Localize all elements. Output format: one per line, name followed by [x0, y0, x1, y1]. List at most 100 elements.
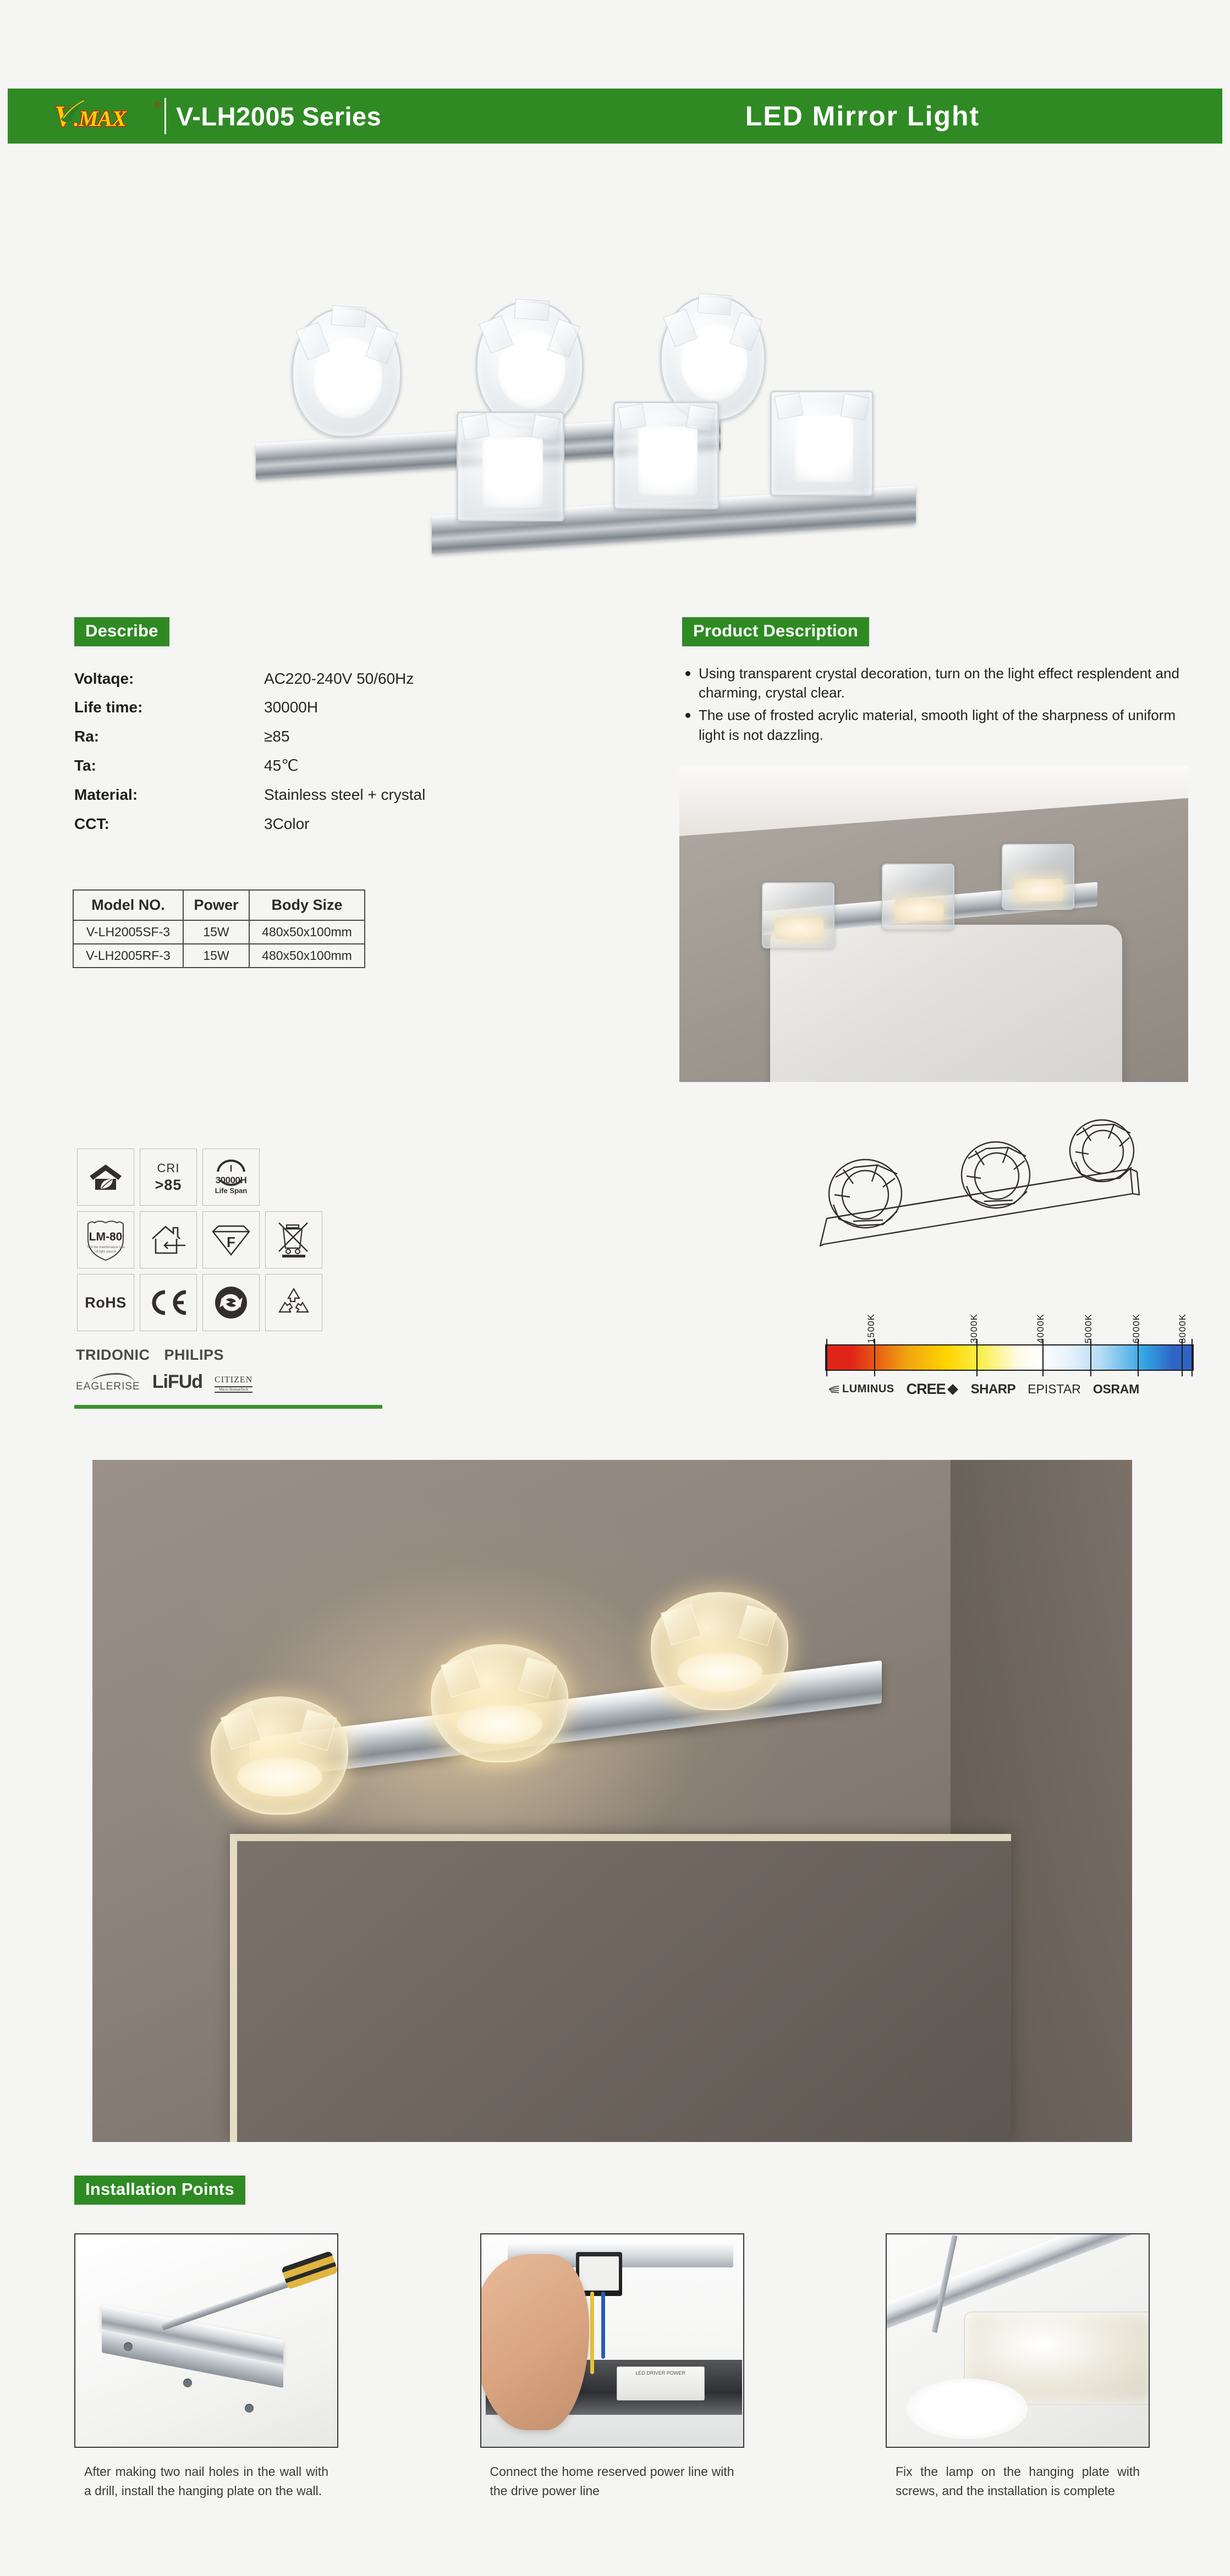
installation-caption: Connect the home reserved power line wit…	[490, 2464, 734, 2498]
recycle-icon-cell	[265, 1274, 322, 1331]
brand-citizen-name: CITIZEN	[215, 1375, 253, 1385]
spec-value: AC220-240V 50/60Hz	[264, 669, 414, 687]
rohs-icon-cell: RoHS	[77, 1274, 134, 1331]
table-row: V-LH2005SF-3 15W 480x50x100mm	[73, 920, 365, 944]
spec-value: 45℃	[264, 756, 299, 774]
installation-photo-wiring: LED DRIVER POWER	[480, 2233, 744, 2448]
hero-lamp-head	[651, 1592, 788, 1710]
svg-text:F: F	[227, 1234, 235, 1250]
brand-tridonic: TRIDONIC	[76, 1347, 150, 1363]
installation-badge: Installation Points	[74, 2176, 245, 2205]
spec-key: Life time:	[74, 699, 143, 716]
empty-cell	[265, 1149, 322, 1206]
green-divider	[74, 1405, 382, 1409]
cct-gradient-bar	[825, 1339, 1194, 1376]
column-header-body-size: Body Size	[249, 889, 365, 921]
spec-value: ≥85	[264, 728, 290, 745]
brand-lifud: LiFUd	[152, 1371, 203, 1392]
brand-osram: OSRAM	[1092, 1382, 1139, 1396]
driver-brand-row-2: EAGLERISE LiFUd CITIZEN Micro HumanTech	[76, 1371, 384, 1393]
feature-bullet-list: Using transparent crystal decoration, tu…	[682, 664, 1194, 745]
spec-row: Ra: ≥85	[74, 728, 613, 745]
lens	[638, 426, 698, 496]
brand-sharp: SHARP	[970, 1381, 1016, 1397]
cct-tick-label: 3000K	[969, 1313, 980, 1343]
installation-photo-mounting	[886, 2233, 1150, 2448]
installation-step: After making two nail holes in the wall …	[74, 2233, 338, 2501]
certification-icon-grid: CRI >85 30000H Life Span LM-80 Test the …	[77, 1149, 322, 1331]
brand-epistar: EPISTAR	[1028, 1382, 1081, 1396]
table-header-row: Model NO. Power Body Size	[73, 889, 365, 921]
page-title: LED Mirror Light	[745, 101, 980, 131]
lamp-glow	[1015, 879, 1063, 901]
crystal-head-square	[770, 391, 874, 496]
brand-citizen-tagline: Micro HumanTech	[215, 1386, 253, 1393]
hero-mirror	[230, 1834, 1011, 2142]
cell-power: 15W	[183, 920, 250, 944]
wire-yellow	[590, 2292, 594, 2374]
header-divider	[164, 98, 166, 134]
hero-lamp	[211, 1592, 887, 1828]
spec-key: Material:	[74, 786, 138, 803]
lens	[482, 437, 543, 508]
column-header-power: Power	[183, 889, 250, 921]
cct-tick-label: 6000K	[1131, 1313, 1142, 1343]
lamp-lens	[677, 1652, 762, 1692]
screw-hole	[183, 2379, 192, 2387]
cell-model: V-LH2005SF-3	[73, 920, 184, 944]
lm80-shield-icon: LM-80 Test the maintenance rate of light…	[86, 1221, 125, 1261]
cell-body-size: 480x50x100mm	[249, 943, 365, 968]
describe-section: Describe Voltaqe: AC220-240V 50/60Hz Lif…	[74, 617, 613, 844]
hero-lamp-head	[211, 1696, 348, 1815]
installation-section: Installation Points	[74, 2176, 245, 2205]
ce-icon-cell	[140, 1274, 197, 1331]
rohs-label: RoHS	[85, 1294, 127, 1311]
installation-photo-bracket	[74, 2233, 338, 2448]
lifestyle-hero-photo	[92, 1460, 1132, 2142]
product-description-badge: Product Description	[682, 617, 870, 646]
led-driver: LED DRIVER POWER	[616, 2366, 705, 2401]
describe-badge: Describe	[74, 617, 169, 646]
product-description-section: Product Description Using transparent cr…	[682, 617, 1194, 748]
brand-luminus: LUMINUS	[828, 1383, 894, 1396]
svg-text:of light source: of light source	[95, 1250, 116, 1254]
bathroom-scene-photo	[679, 766, 1188, 1082]
installation-steps: After making two nail holes in the wall …	[74, 2233, 1150, 2501]
eco-house-icon	[90, 1165, 122, 1190]
spec-row: Life time: 30000H	[74, 699, 613, 716]
weee-icon-cell	[265, 1211, 322, 1268]
installation-caption: Fix the lamp on the hanging plate with s…	[896, 2464, 1140, 2498]
crystal-head-round	[476, 298, 584, 428]
driver-brand-logos: TRIDONIC PHILIPS EAGLERISE LiFUd CITIZEN…	[76, 1347, 384, 1393]
logo-wordmark: V.MAX	[53, 100, 127, 133]
cree-diamond-icon	[947, 1383, 958, 1395]
luminus-fan-icon	[828, 1385, 839, 1393]
vmax-logo: V.MAX ®	[53, 96, 161, 136]
installation-step: LED DRIVER POWER Connect the home reserv…	[480, 2233, 744, 2501]
lifespan-icon-cell: 30000H Life Span	[202, 1149, 260, 1206]
brand-cree-label: CREE	[906, 1381, 946, 1397]
green-dot-recycle-icon	[215, 1287, 247, 1319]
screw-hole	[245, 2404, 254, 2413]
cell-body-size: 480x50x100mm	[249, 920, 365, 944]
weee-crossed-bin-icon	[278, 1222, 308, 1257]
series-name: V-LH2005 Series	[176, 101, 382, 131]
cri-label: CRI	[157, 1161, 180, 1175]
svg-text:LM-80: LM-80	[89, 1231, 123, 1243]
lifespan-label: Life Span	[215, 1187, 248, 1195]
cct-tick-label: 4000K	[1035, 1313, 1046, 1343]
datasheet-page: V.MAX ® V-LH2005 Series LED Mirror Light	[0, 0, 1230, 2576]
feature-bullet: Using transparent crystal decoration, tu…	[682, 664, 1194, 703]
mobius-recycle-icon	[278, 1287, 309, 1313]
crystal-head-square	[613, 402, 719, 509]
lens	[795, 414, 853, 482]
lamp-lens	[237, 1757, 322, 1797]
crystal-head-round	[292, 305, 402, 437]
indoor-use-icon	[152, 1226, 185, 1254]
hero-lamp-head	[431, 1644, 568, 1762]
brand-eaglerise: EAGLERISE	[76, 1373, 140, 1393]
scene-lamp-head	[882, 864, 954, 930]
svg-text:Test the maintenance rate: Test the maintenance rate	[86, 1246, 125, 1249]
column-header-model: Model NO.	[73, 889, 184, 921]
installation-step: Fix the lamp on the hanging plate with s…	[886, 2233, 1150, 2501]
